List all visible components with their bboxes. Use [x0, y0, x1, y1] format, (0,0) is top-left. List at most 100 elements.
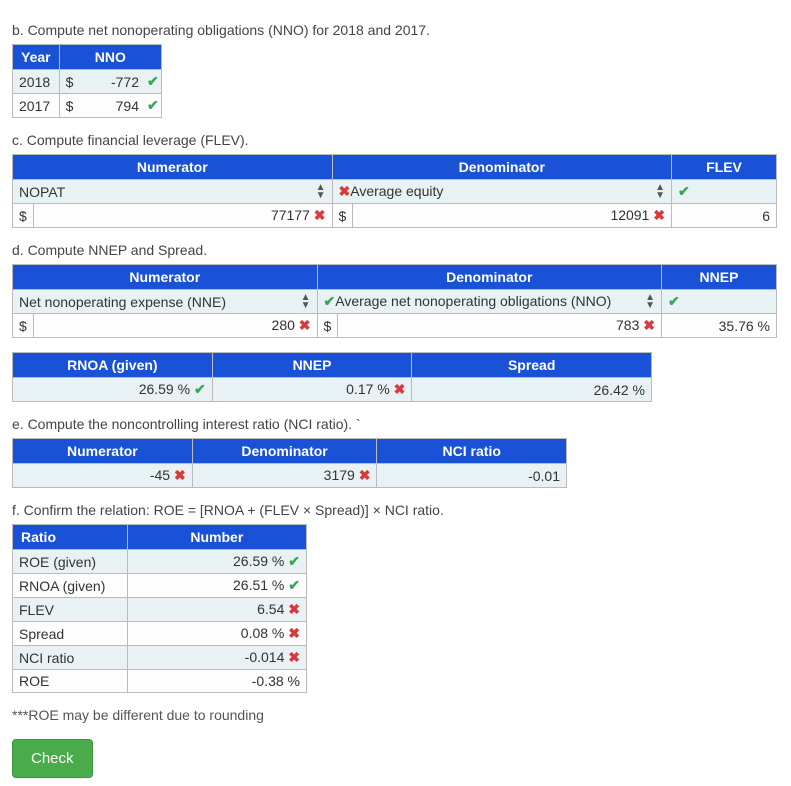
- table-row: 26.59 % ✔ 0.17 % ✖ 26.42 %: [13, 378, 652, 402]
- denominator-input[interactable]: 3179 ✖: [192, 464, 377, 488]
- table-spread: RNOA (given) NNEP Spread 26.59 % ✔ 0.17 …: [12, 352, 652, 402]
- cell-value[interactable]: 26.59 % ✔: [127, 550, 306, 574]
- th-numerator: Numerator: [13, 439, 193, 464]
- table-row: Net nonoperating expense (NNE) ▲▼ ✔Avera…: [13, 290, 777, 314]
- cell-value[interactable]: 26.51 % ✔: [127, 574, 306, 598]
- th-denominator: Denominator: [332, 155, 672, 180]
- check-icon: ✔: [145, 70, 161, 93]
- table-row: FLEV 6.54 ✖: [13, 598, 307, 622]
- th-denominator: Denominator: [317, 265, 661, 290]
- result-value[interactable]: 35.76 %: [662, 314, 777, 338]
- th-number: Number: [127, 525, 306, 550]
- x-icon: ✖: [653, 207, 665, 223]
- x-icon: ✖: [288, 601, 300, 617]
- cell-currency: $: [13, 314, 34, 338]
- select-label: NOPAT: [19, 184, 65, 200]
- x-icon: ✖: [339, 183, 351, 199]
- th-spread: Spread: [412, 353, 652, 378]
- x-icon: ✖: [643, 317, 655, 333]
- cell-currency: $: [60, 70, 80, 93]
- table-row: RNOA (given) 26.51 % ✔: [13, 574, 307, 598]
- table-row: ROE (given) 26.59 % ✔: [13, 550, 307, 574]
- cell-label: ROE: [13, 670, 128, 693]
- x-icon: ✖: [299, 317, 311, 333]
- table-row: 2018 $ -772 ✔: [13, 70, 162, 94]
- table-nnep: Numerator Denominator NNEP Net nonoperat…: [12, 264, 777, 338]
- cell-label: ROE (given): [13, 550, 128, 574]
- select-label: Average equity: [350, 183, 443, 199]
- cell-currency: $: [332, 204, 353, 228]
- cell-value[interactable]: 6.54 ✖: [127, 598, 306, 622]
- table-flev: Numerator Denominator FLEV NOPAT ▲▼ ✖Ave…: [12, 154, 777, 228]
- th-nci: NCI ratio: [377, 439, 567, 464]
- table-nno: Year NNO 2018 $ -772 ✔ 2017 $ 794 ✔: [12, 44, 162, 118]
- rounding-note: ***ROE may be different due to rounding: [12, 707, 779, 723]
- cell-label: NCI ratio: [13, 646, 128, 670]
- rnoa-input[interactable]: 26.59 % ✔: [13, 378, 213, 402]
- x-icon: ✖: [288, 625, 300, 641]
- numerator-select[interactable]: NOPAT ▲▼: [13, 180, 333, 204]
- denominator-select[interactable]: ✖Average equity ▲▼: [332, 180, 672, 204]
- th-year: Year: [13, 45, 60, 70]
- cell-year: 2017: [13, 94, 60, 118]
- table-roe-confirm: Ratio Number ROE (given) 26.59 % ✔ RNOA …: [12, 524, 307, 693]
- x-icon: ✖: [288, 649, 300, 665]
- denominator-input[interactable]: 12091 ✖: [353, 204, 672, 228]
- th-ratio: Ratio: [13, 525, 128, 550]
- table-row: NOPAT ▲▼ ✖Average equity ▲▼ ✔: [13, 180, 777, 204]
- table-row: $ 77177 ✖ $ 12091 ✖ 6: [13, 204, 777, 228]
- check-icon: ✔: [668, 293, 680, 309]
- x-icon: ✖: [314, 207, 326, 223]
- cell-currency: $: [13, 204, 34, 228]
- result-cell: ✔: [672, 180, 777, 204]
- result-value[interactable]: 6: [672, 204, 777, 228]
- sort-icon: ▲▼: [655, 184, 665, 200]
- cell-label: RNOA (given): [13, 574, 128, 598]
- spread-value[interactable]: 26.42 %: [412, 378, 652, 402]
- table-row: $ 280 ✖ $ 783 ✖ 35.76 %: [13, 314, 777, 338]
- cell-value[interactable]: -772: [79, 70, 145, 93]
- table-row: Spread 0.08 % ✖: [13, 622, 307, 646]
- cell-label: FLEV: [13, 598, 128, 622]
- sort-icon: ▲▼: [316, 184, 326, 200]
- th-numerator: Numerator: [13, 155, 333, 180]
- cell-value[interactable]: -0.014 ✖: [127, 646, 306, 670]
- select-label: Net nonoperating expense (NNE): [19, 294, 226, 310]
- cell-currency: $: [317, 314, 338, 338]
- cell-value[interactable]: -0.38 %: [127, 670, 306, 693]
- x-icon: ✖: [394, 381, 406, 397]
- check-icon: ✔: [288, 553, 300, 569]
- result-value[interactable]: -0.01: [377, 464, 567, 488]
- x-icon: ✖: [359, 467, 371, 483]
- numerator-input[interactable]: -45 ✖: [13, 464, 193, 488]
- th-nnep: NNEP: [662, 265, 777, 290]
- cell-currency: $: [60, 94, 80, 117]
- check-button[interactable]: Check: [12, 739, 93, 778]
- th-denominator: Denominator: [192, 439, 377, 464]
- sort-icon: ▲▼: [645, 294, 655, 310]
- th-nnep: NNEP: [212, 353, 412, 378]
- cell-label: Spread: [13, 622, 128, 646]
- table-row: ROE -0.38 %: [13, 670, 307, 693]
- numerator-input[interactable]: 77177 ✖: [33, 204, 332, 228]
- numerator-input[interactable]: 280 ✖: [33, 314, 317, 338]
- check-icon: ✔: [678, 183, 690, 199]
- cell-value[interactable]: 0.08 % ✖: [127, 622, 306, 646]
- section-f-title: f. Confirm the relation: ROE = [RNOA + (…: [12, 502, 779, 518]
- nnep-input[interactable]: 0.17 % ✖: [212, 378, 412, 402]
- denominator-select[interactable]: ✔Average net nonoperating obligations (N…: [317, 290, 661, 314]
- cell-year: 2018: [13, 70, 60, 94]
- x-icon: ✖: [174, 467, 186, 483]
- table-nci: Numerator Denominator NCI ratio -45 ✖ 31…: [12, 438, 567, 488]
- numerator-select[interactable]: Net nonoperating expense (NNE) ▲▼: [13, 290, 318, 314]
- denominator-input[interactable]: 783 ✖: [338, 314, 662, 338]
- table-row: -45 ✖ 3179 ✖ -0.01: [13, 464, 567, 488]
- sort-icon: ▲▼: [301, 294, 311, 310]
- result-cell: ✔: [662, 290, 777, 314]
- cell-value[interactable]: 794: [79, 94, 145, 117]
- table-row: 2017 $ 794 ✔: [13, 94, 162, 118]
- section-b-title: b. Compute net nonoperating obligations …: [12, 22, 779, 38]
- check-icon: ✔: [145, 94, 161, 117]
- section-e-title: e. Compute the noncontrolling interest r…: [12, 416, 779, 432]
- th-numerator: Numerator: [13, 265, 318, 290]
